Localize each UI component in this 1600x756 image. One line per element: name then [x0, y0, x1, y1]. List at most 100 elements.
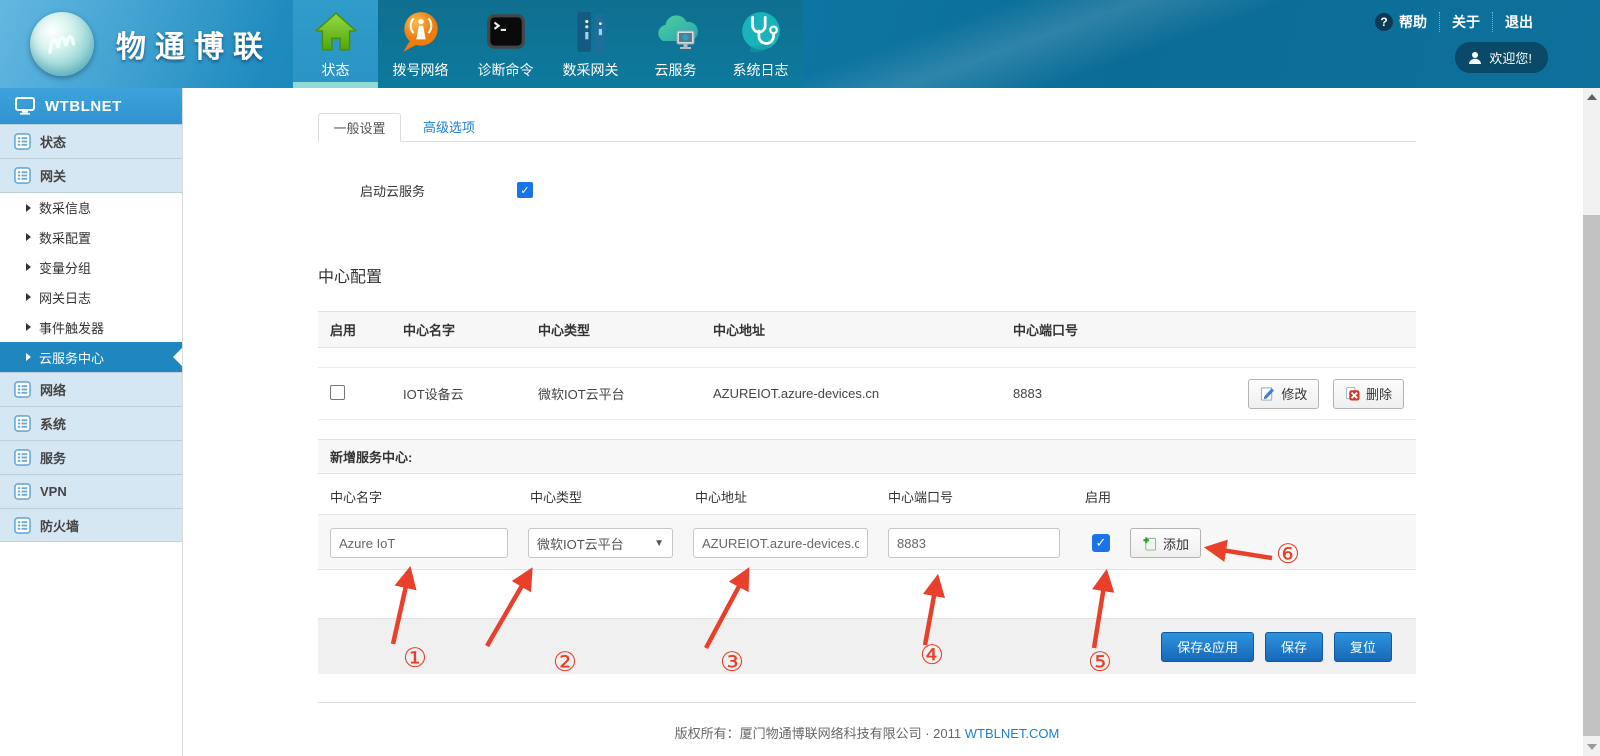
nav-label: 数采网关 [563, 60, 619, 80]
home-icon [313, 6, 359, 58]
welcome-badge[interactable]: 欢迎您! [1455, 42, 1548, 73]
enable-cloud-checkbox[interactable]: ✓ [517, 182, 533, 198]
sidebar-item-system[interactable]: 系统 [0, 406, 182, 440]
sidebar-item-data-config[interactable]: 数采配置 [0, 222, 182, 252]
add-enable-checkbox[interactable]: ✓ [1092, 534, 1110, 552]
sidebar-item-label: 网关 [40, 166, 66, 185]
nav-item-data-gateway[interactable]: 数采网关 [548, 0, 633, 88]
scrollbar-thumb[interactable] [1583, 215, 1600, 736]
help-link[interactable]: ? 帮助 [1363, 12, 1439, 32]
center-address-input[interactable] [693, 528, 868, 558]
list-icon [14, 449, 31, 466]
sidebar-item-firewall[interactable]: 防火墙 [0, 508, 182, 542]
edit-pencil-icon [1260, 386, 1275, 401]
sidebar-item-label: 防火墙 [40, 516, 79, 535]
nav-label: 云服务 [655, 60, 697, 80]
center-port-input[interactable] [888, 528, 1060, 558]
enable-cloud-label: 启动云服务 [360, 181, 425, 200]
tab-advanced-options[interactable]: 高级选项 [401, 112, 497, 141]
logo-text: 物通博联 [116, 22, 272, 66]
sidebar-item-gateway[interactable]: 网关 [0, 158, 182, 192]
table-row: IOT设备云 微软IOT云平台 AZUREIOT.azure-devices.c… [318, 368, 1416, 420]
caret-right-icon [26, 204, 31, 212]
help-label: 帮助 [1399, 12, 1427, 32]
gateway-icon [568, 6, 614, 58]
logo-sphere-icon [30, 12, 94, 76]
nav-item-system-log[interactable]: 系统日志 [718, 0, 803, 88]
caret-right-icon [26, 353, 31, 361]
nav-label: 系统日志 [733, 60, 789, 80]
scroll-up-icon[interactable] [1587, 94, 1597, 100]
center-name-input[interactable] [330, 528, 508, 558]
row-type: 微软IOT云平台 [538, 368, 713, 420]
sidebar-item-label: 网络 [40, 380, 66, 399]
nav-item-diagnostic-command[interactable]: 诊断命令 [463, 0, 548, 88]
footer-link[interactable]: WTBLNET.COM [965, 726, 1060, 741]
row-port: 8883 [1013, 368, 1193, 420]
sidebar-item-service[interactable]: 服务 [0, 440, 182, 474]
list-icon [14, 133, 31, 150]
list-icon [14, 381, 31, 398]
add-center-title: 新增服务中心: [318, 439, 1416, 474]
list-icon [14, 517, 31, 534]
scroll-down-icon[interactable] [1587, 744, 1597, 750]
list-icon [14, 415, 31, 432]
table-header-row: 启用 中心名字 中心类型 中心地址 中心端口号 [318, 312, 1416, 348]
vertical-scrollbar[interactable] [1583, 88, 1600, 756]
sidebar-item-variable-group[interactable]: 变量分组 [0, 252, 182, 282]
sidebar-item-data-info[interactable]: 数采信息 [0, 192, 182, 222]
sidebar-item-event-trigger[interactable]: 事件触发器 [0, 312, 182, 342]
question-icon: ? [1375, 13, 1393, 31]
footer-copyright: 版权所有：厦门物通博联网络科技有限公司 · 2011 WTBLNET.COM [318, 723, 1416, 742]
edit-button[interactable]: 修改 [1248, 379, 1319, 409]
sidebar-title: WTBLNET [0, 88, 182, 124]
tab-general-settings[interactable]: 一般设置 [318, 113, 401, 142]
about-link[interactable]: 关于 [1439, 12, 1492, 32]
add-port-label: 中心端口号 [888, 487, 953, 506]
sidebar-item-label: 数采信息 [39, 198, 91, 217]
add-button[interactable]: 添加 [1130, 528, 1201, 558]
main-panel: 一般设置 高级选项 启动云服务 ✓ 中心配置 启用 中心名字 中心 [183, 88, 1600, 756]
save-apply-button[interactable]: 保存&应用 [1161, 632, 1254, 662]
list-icon [14, 483, 31, 500]
monitor-icon [15, 97, 35, 115]
nav-item-status[interactable]: 状态 [293, 0, 378, 88]
cloud-icon [652, 6, 700, 58]
welcome-label: 欢迎您! [1489, 48, 1532, 67]
save-button[interactable]: 保存 [1265, 632, 1323, 662]
nav-item-dial-network[interactable]: 拨号网络 [378, 0, 463, 88]
sidebar-item-network[interactable]: 网络 [0, 372, 182, 406]
row-name: IOT设备云 [403, 368, 538, 420]
logout-link[interactable]: 退出 [1492, 12, 1545, 32]
reset-button[interactable]: 复位 [1334, 632, 1392, 662]
sidebar-item-vpn[interactable]: VPN [0, 474, 182, 508]
add-address-label: 中心地址 [695, 487, 747, 506]
sidebar-item-status[interactable]: 状态 [0, 124, 182, 158]
delete-button[interactable]: 删除 [1333, 379, 1404, 409]
tab-bar: 一般设置 高级选项 [318, 113, 1416, 142]
col-enable: 启用 [318, 312, 403, 348]
sidebar-item-gateway-log[interactable]: 网关日志 [0, 282, 182, 312]
sidebar-item-label: VPN [40, 484, 67, 499]
sidebar-item-label: 服务 [40, 448, 66, 467]
footer-divider [318, 702, 1416, 703]
sidebar-item-cloud-service-center[interactable]: 云服务中心 [0, 342, 182, 372]
caret-right-icon [26, 293, 31, 301]
stethoscope-icon [738, 6, 784, 58]
nav-label: 状态 [322, 60, 350, 80]
sidebar-item-label: 系统 [40, 414, 66, 433]
top-header: 物通博联 状态 [0, 0, 1600, 88]
add-enable-label: 启用 [1085, 487, 1111, 506]
row-address: AZUREIOT.azure-devices.cn [713, 368, 1013, 420]
spacer-row [318, 348, 1416, 368]
list-icon [14, 167, 31, 184]
nav-item-cloud-service[interactable]: 云服务 [633, 0, 718, 88]
row-enable-checkbox[interactable] [330, 385, 345, 400]
sidebar-item-label: 数采配置 [39, 228, 91, 247]
main-nav: 状态 拨号网络 [293, 0, 803, 88]
caret-right-icon [26, 233, 31, 241]
add-type-label: 中心类型 [530, 487, 582, 506]
add-page-icon [1142, 536, 1157, 551]
center-type-select[interactable]: 微软IOT云平台 ▼ [528, 528, 673, 558]
col-type: 中心类型 [538, 312, 713, 348]
